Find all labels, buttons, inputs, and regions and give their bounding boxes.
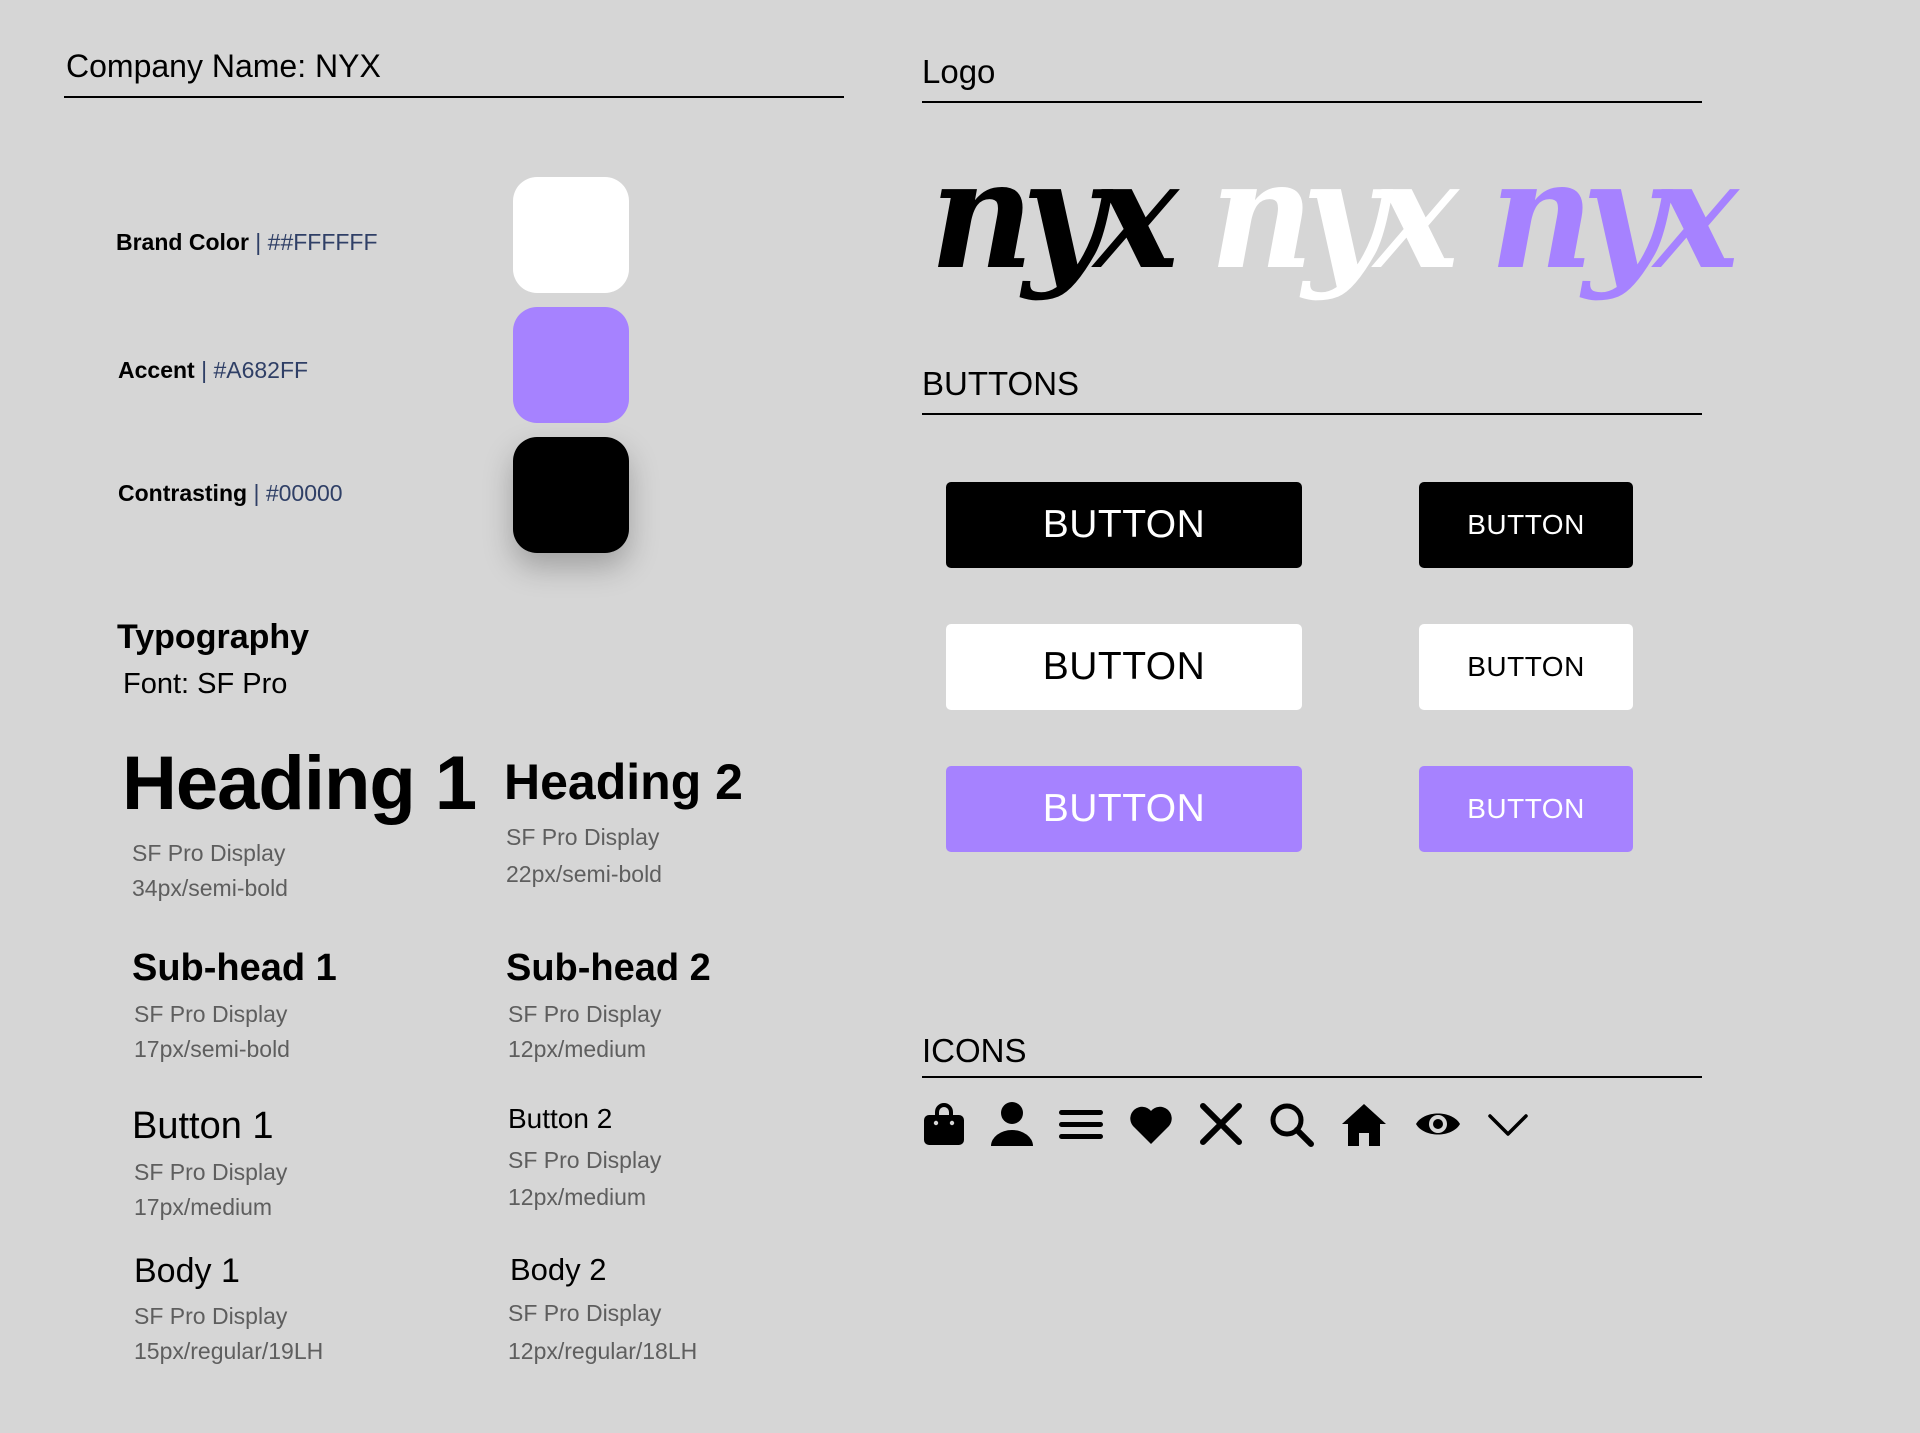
button-white-large[interactable]: BUTTON xyxy=(946,624,1302,710)
user-icon[interactable] xyxy=(988,1100,1036,1148)
company-title-divider xyxy=(64,96,844,98)
subhead-1-spec: 17px/semi-bold xyxy=(134,1036,290,1062)
typography-font: Font: SF Pro xyxy=(123,668,288,700)
eye-icon[interactable] xyxy=(1414,1100,1462,1148)
heading-2-sample: Heading 2 xyxy=(504,754,743,810)
menu-icon[interactable] xyxy=(1057,1100,1105,1148)
button-1-family: SF Pro Display xyxy=(134,1159,288,1185)
button-2-sample: Button 2 xyxy=(508,1103,613,1134)
home-icon[interactable] xyxy=(1340,1100,1388,1148)
logo-accent: nyx xyxy=(1490,127,1739,303)
subhead-1-sample: Sub-head 1 xyxy=(132,947,337,989)
logo-black: nyx xyxy=(930,127,1179,303)
company-title: Company Name: NYX xyxy=(66,48,381,84)
chevron-down-icon[interactable] xyxy=(1484,1100,1532,1148)
heading-1-spec: 34px/semi-bold xyxy=(132,875,288,901)
buttons-section-divider xyxy=(922,413,1702,415)
typography-title: Typography xyxy=(117,618,310,656)
buttons-section-title: BUTTONS xyxy=(922,365,1080,402)
body-2-family: SF Pro Display xyxy=(508,1300,662,1326)
icons-section-divider xyxy=(922,1076,1702,1078)
button-black-large[interactable]: BUTTON xyxy=(946,482,1302,568)
button-2-spec: 12px/medium xyxy=(508,1184,647,1210)
contrasting-color-swatch xyxy=(513,437,629,553)
heading-1-family: SF Pro Display xyxy=(132,840,286,866)
icons-section-title: ICONS xyxy=(922,1032,1027,1069)
accent-color-swatch xyxy=(513,307,629,423)
search-icon[interactable] xyxy=(1267,1100,1315,1148)
button-white-small[interactable]: BUTTON xyxy=(1419,624,1633,710)
color-label-brand: Brand Color | ##FFFFFF xyxy=(116,229,378,255)
heading-2-spec: 22px/semi-bold xyxy=(506,861,662,887)
subhead-2-spec: 12px/medium xyxy=(508,1036,647,1062)
logo-section-title: Logo xyxy=(922,53,996,90)
body-1-spec: 15px/regular/19LH xyxy=(134,1338,324,1364)
button-1-sample: Button 1 xyxy=(132,1105,274,1147)
body-2-sample: Body 2 xyxy=(510,1252,607,1287)
button-1-spec: 17px/medium xyxy=(134,1194,273,1220)
body-2-spec: 12px/regular/18LH xyxy=(508,1338,698,1364)
button-2-family: SF Pro Display xyxy=(508,1147,662,1173)
heading-2-family: SF Pro Display xyxy=(506,824,660,850)
color-label-accent: Accent | #A682FF xyxy=(118,357,309,383)
subhead-2-family: SF Pro Display xyxy=(508,1001,662,1027)
subhead-2-sample: Sub-head 2 xyxy=(506,947,711,989)
subhead-1-family: SF Pro Display xyxy=(134,1001,288,1027)
heading-1-sample: Heading 1 xyxy=(122,741,477,826)
brand-color-swatch xyxy=(513,177,629,293)
logo-section-divider xyxy=(922,101,1702,103)
close-icon[interactable] xyxy=(1197,1100,1245,1148)
button-black-small[interactable]: BUTTON xyxy=(1419,482,1633,568)
body-1-family: SF Pro Display xyxy=(134,1303,288,1329)
button-accent-small[interactable]: BUTTON xyxy=(1419,766,1633,852)
logo-white: nyx xyxy=(1210,127,1459,303)
body-1-sample: Body 1 xyxy=(134,1252,240,1290)
shopping-bag-icon[interactable] xyxy=(920,1100,968,1148)
color-label-contrasting: Contrasting | #00000 xyxy=(118,480,343,506)
button-accent-large[interactable]: BUTTON xyxy=(946,766,1302,852)
heart-icon[interactable] xyxy=(1127,1100,1175,1148)
